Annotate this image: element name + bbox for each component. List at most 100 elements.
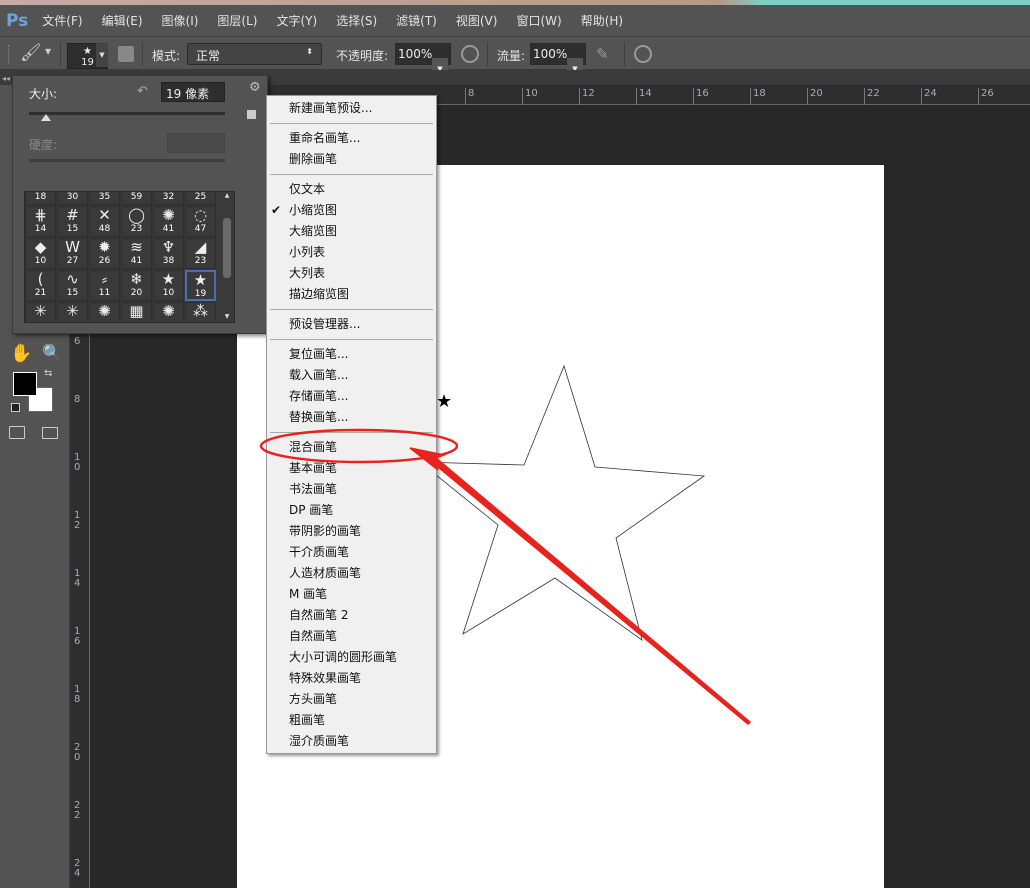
mode-value: 正常 <box>196 49 221 63</box>
menu-item[interactable]: 图层(L) <box>217 12 257 29</box>
context-menu-item[interactable]: 大缩览图 <box>267 221 436 242</box>
screen-mode-icon[interactable] <box>42 427 58 439</box>
quick-mask-icon[interactable] <box>9 426 25 439</box>
menu-item[interactable]: 视图(V) <box>456 12 498 29</box>
context-menu-item[interactable]: 湿介质画笔 <box>267 731 436 752</box>
context-menu-item[interactable]: 自然画笔 2 <box>267 605 436 626</box>
context-menu-item[interactable]: 方头画笔 <box>267 689 436 710</box>
context-menu-item[interactable]: 描边缩览图 <box>267 284 436 305</box>
context-menu-item[interactable]: 自然画笔 <box>267 626 436 647</box>
context-menu-item[interactable]: DP 画笔 <box>267 500 436 521</box>
airbrush-icon[interactable]: ✎ <box>596 45 609 63</box>
brush-preset[interactable]: ★ 19 <box>185 270 216 301</box>
brush-preset[interactable]: ◆ 10 <box>25 238 56 269</box>
brush-preset[interactable]: ⁂ <box>185 302 216 322</box>
brush-preset[interactable]: ♆ 38 <box>153 238 184 269</box>
brush-preset[interactable]: ✳ <box>25 302 56 322</box>
new-preset-icon[interactable] <box>247 110 256 119</box>
brush-preset[interactable]: ⸗ 11 <box>89 270 120 301</box>
menu-item[interactable]: 窗口(W) <box>516 12 561 29</box>
size-slider[interactable] <box>29 112 225 115</box>
context-menu-item[interactable]: 载入画笔... <box>267 365 436 386</box>
swap-colors-icon[interactable]: ⇆ <box>44 368 52 379</box>
context-menu-item[interactable]: 复位画笔... <box>267 344 436 365</box>
preset-dropdown-arrow[interactable]: ▼ <box>96 43 108 67</box>
flow-input[interactable]: 100% ▼ <box>530 43 586 80</box>
grid-scrollbar[interactable]: ▲ ▼ <box>220 192 234 322</box>
opacity-input[interactable]: 100% ▼ <box>395 43 451 80</box>
menu-item[interactable]: 文字(Y) <box>276 12 317 29</box>
context-menu-item[interactable]: 删除画笔 <box>267 149 436 170</box>
brush-preset[interactable]: ◢ 23 <box>185 238 216 269</box>
zoom-tool-icon[interactable]: 🔍 <box>42 343 62 362</box>
menu-item[interactable]: 帮助(H) <box>581 12 623 29</box>
context-menu-item[interactable]: 混合画笔 <box>267 437 436 458</box>
menu-item[interactable]: 滤镜(T) <box>396 12 437 29</box>
size-slider-thumb[interactable] <box>40 114 51 121</box>
context-menu-item[interactable]: ✔ 小缩览图 <box>267 200 436 221</box>
brush-preset[interactable]: ✺ 41 <box>153 206 184 237</box>
scroll-up-icon[interactable]: ▲ <box>220 192 234 199</box>
brush-preset[interactable]: ▦ <box>121 302 152 322</box>
brush-preset[interactable]: ◡18 <box>25 192 56 205</box>
context-menu-item[interactable]: 干介质画笔 <box>267 542 436 563</box>
context-menu-item[interactable]: 重命名画笔... <box>267 128 436 149</box>
brush-preset[interactable]: ◌ 47 <box>185 206 216 237</box>
brush-preset[interactable]: ✹ 26 <box>89 238 120 269</box>
context-menu-item[interactable]: 仅文本 <box>267 179 436 200</box>
brush-preset[interactable]: (21 <box>25 270 56 301</box>
brush-preset[interactable]: ✳ <box>57 302 88 322</box>
brush-preset[interactable]: W 27 <box>57 238 88 269</box>
menu-item[interactable]: 图像(I) <box>162 12 199 29</box>
context-menu-item[interactable]: 存储画笔... <box>267 386 436 407</box>
brush-preset[interactable]: ◡59 <box>121 192 152 205</box>
pressure-size-icon[interactable] <box>634 45 652 63</box>
size-input[interactable]: 19 像素 <box>161 82 225 102</box>
brush-preset[interactable]: ❄ 20 <box>121 270 152 301</box>
hand-tool-icon[interactable]: ✋ <box>10 343 32 364</box>
brush-tool-icon[interactable]: 🖌 <box>20 43 42 63</box>
brush-preset[interactable]: ★ 10 <box>153 270 184 301</box>
context-menu-item[interactable]: 大列表 <box>267 263 436 284</box>
context-menu-item[interactable]: 基本画笔 <box>267 458 436 479</box>
reset-size-icon[interactable]: ↶ <box>137 84 148 99</box>
brush-preset[interactable]: ✺ <box>153 302 184 322</box>
brush-preset[interactable]: ◡32 <box>153 192 184 205</box>
brush-preset[interactable]: ◡25 <box>185 192 216 205</box>
scroll-down-icon[interactable]: ▼ <box>220 313 234 320</box>
brush-preset[interactable]: ◡30 <box>57 192 88 205</box>
default-colors-icon[interactable] <box>11 403 20 412</box>
foreground-color-swatch[interactable] <box>13 372 37 396</box>
brush-preset[interactable]: ∿ 15 <box>57 270 88 301</box>
scroll-thumb[interactable] <box>223 218 231 278</box>
menu-item[interactable]: 选择(S) <box>336 12 377 29</box>
context-menu-item[interactable]: 人造材质画笔 <box>267 563 436 584</box>
context-menu-item[interactable]: 带阴影的画笔 <box>267 521 436 542</box>
brush-preset[interactable]: ✺ <box>89 302 120 322</box>
brush-size-label: 10 <box>34 256 47 266</box>
context-menu-item[interactable]: M 画笔 <box>267 584 436 605</box>
gear-icon[interactable]: ⚙ <box>249 80 261 95</box>
brush-preset[interactable]: ≋ 41 <box>121 238 152 269</box>
context-menu-item[interactable]: 特殊效果画笔 <box>267 668 436 689</box>
context-menu-item[interactable]: 小列表 <box>267 242 436 263</box>
context-menu-item[interactable]: 预设管理器... <box>267 314 436 335</box>
brush-preset[interactable]: ◯ 23 <box>121 206 152 237</box>
brush-preset[interactable]: ⋕ 14 <box>25 206 56 237</box>
collapse-icon[interactable]: ◂◂ <box>2 74 10 83</box>
menu-item[interactable]: 文件(F) <box>42 12 82 29</box>
brush-panel-toggle-icon[interactable] <box>118 46 134 62</box>
context-menu-item[interactable]: 大小可调的圆形画笔 <box>267 647 436 668</box>
menu-item[interactable]: 编辑(E) <box>102 12 143 29</box>
brush-preset[interactable]: ✕ 48 <box>89 206 120 237</box>
brush-preset[interactable]: ◡35 <box>89 192 120 205</box>
context-menu-item[interactable]: 替换画笔... <box>267 407 436 428</box>
brush-preset[interactable]: #15 <box>57 206 88 237</box>
context-menu-item[interactable]: 粗画笔 <box>267 710 436 731</box>
mode-select[interactable]: 正常 ⬍ <box>187 43 322 65</box>
chevron-down-icon[interactable]: ▼ <box>45 47 51 56</box>
options-bar: 🖌 ▼ ★ 19 ▼ 模式: 正常 ⬍ 不透明度: 100% ▼ 流量: 100% ▼ … <box>0 36 1030 80</box>
pressure-opacity-icon[interactable] <box>461 45 479 63</box>
context-menu-item[interactable]: 书法画笔 <box>267 479 436 500</box>
context-menu-item[interactable]: 新建画笔预设... <box>267 98 436 119</box>
